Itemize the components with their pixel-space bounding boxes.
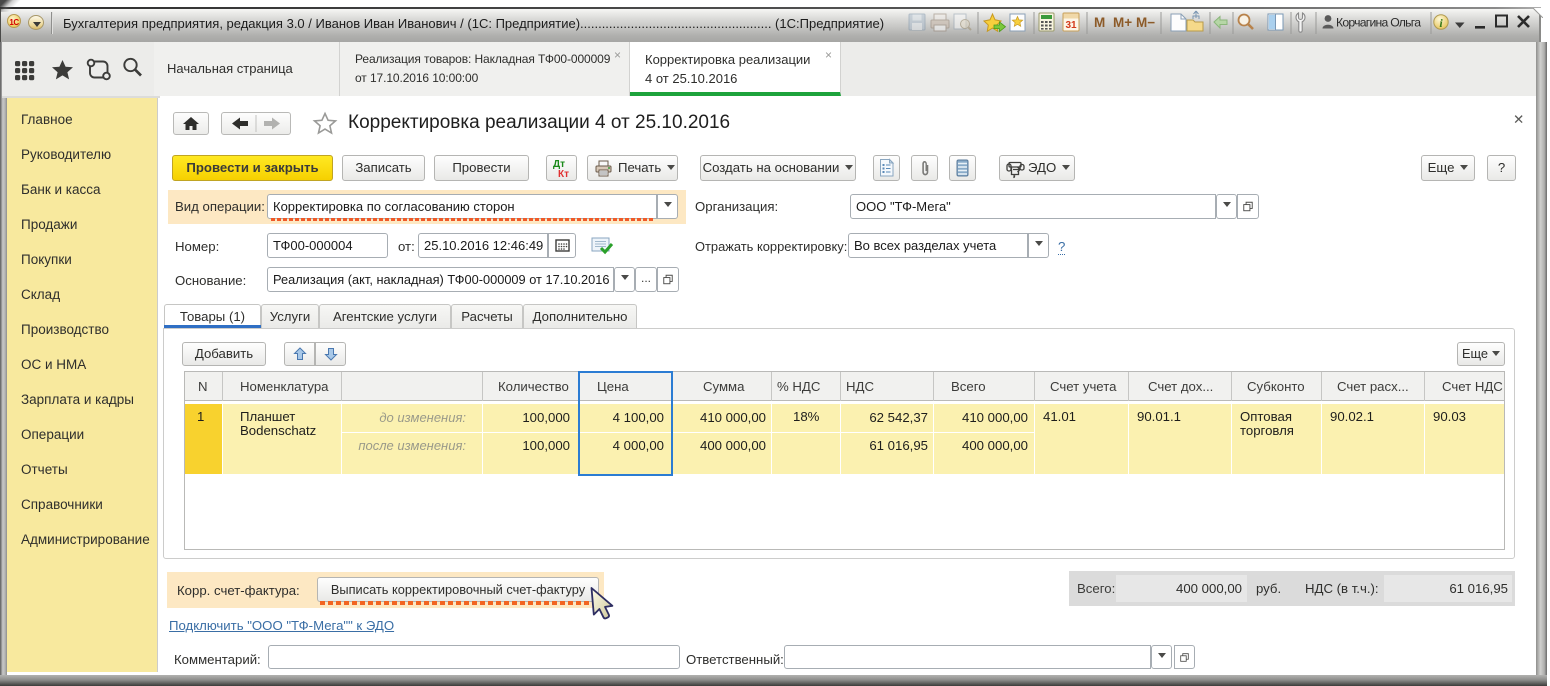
svg-text:M: M <box>1094 15 1105 30</box>
svg-text:31: 31 <box>1065 20 1077 31</box>
svg-text:Кт: Кт <box>558 169 569 180</box>
svg-text:Корчагина Ольга: Корчагина Ольга <box>1336 16 1421 30</box>
svg-text:M+: M+ <box>1113 15 1132 30</box>
svg-text:M−: M− <box>1136 15 1155 30</box>
